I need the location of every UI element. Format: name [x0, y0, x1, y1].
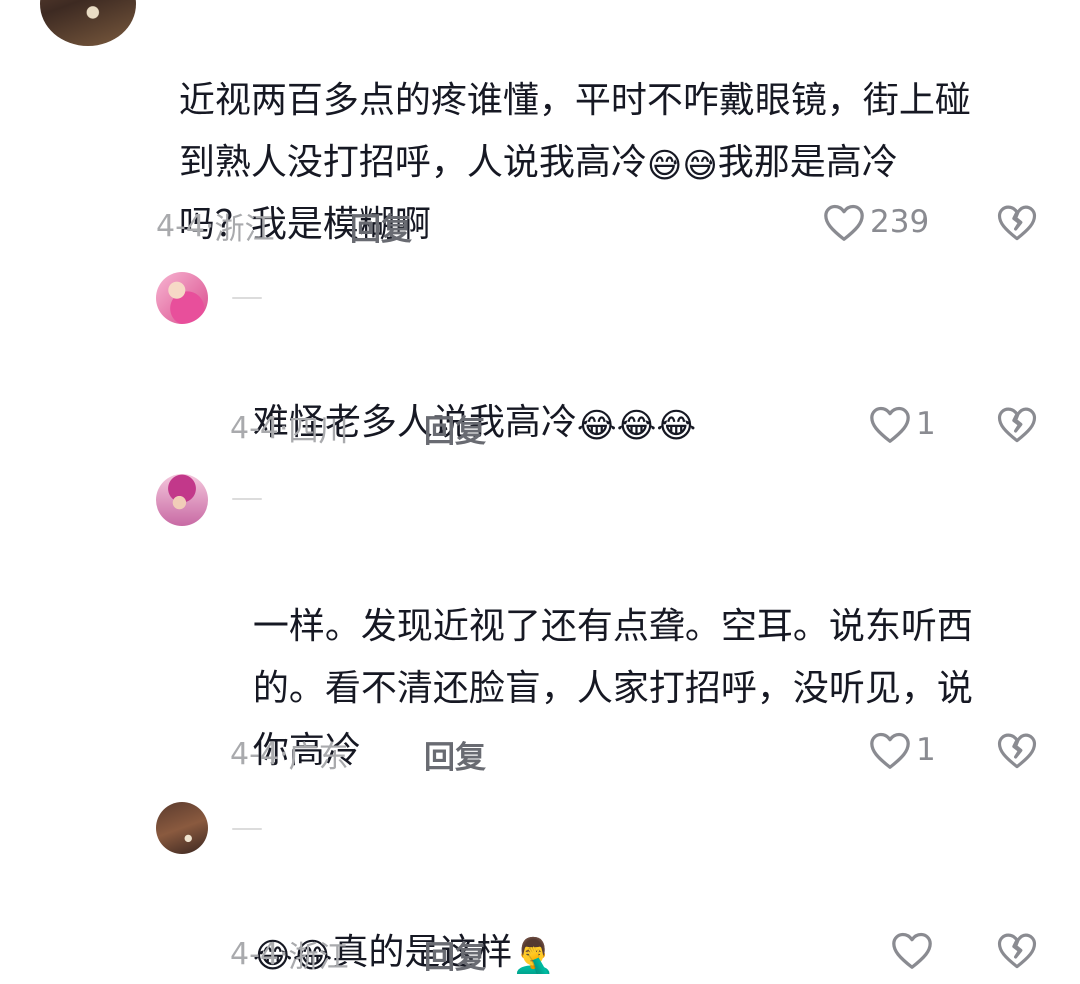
comment-meta: 4-4· 四川 — [230, 406, 349, 450]
comment-location: 四川 — [288, 414, 349, 449]
username-placeholder — [232, 297, 262, 299]
like-count: 239 — [870, 204, 930, 240]
username-placeholder — [232, 498, 262, 500]
like-count: 1 — [916, 732, 936, 768]
comment-meta: 4-4· 浙江 — [156, 204, 275, 248]
facepalm-emoji: 🤦‍♂️ — [512, 936, 555, 976]
avatar[interactable] — [40, 0, 136, 46]
heart-outline-icon — [892, 932, 932, 969]
comment-date: 4-4· — [156, 208, 215, 244]
comment-location: 广东 — [288, 740, 349, 775]
like-button[interactable]: 1 — [868, 730, 936, 770]
heart-outline-icon — [870, 406, 910, 443]
like-button[interactable] — [890, 930, 938, 970]
reply-button[interactable]: 回复 — [350, 204, 412, 249]
comment-meta: 4-4· 广东 — [230, 732, 349, 776]
tears-of-joy-emoji: 😂😂😂 — [576, 406, 697, 446]
heart-outline-icon — [870, 732, 910, 769]
comment-location: 浙江 — [288, 940, 349, 975]
like-button[interactable]: 239 — [822, 202, 929, 242]
dislike-button[interactable] — [996, 202, 1038, 246]
comment-date: 4-4· — [230, 410, 289, 446]
like-button[interactable]: 1 — [868, 404, 936, 444]
comment-location: 浙江 — [214, 212, 275, 247]
avatar[interactable] — [156, 474, 208, 526]
reply-button[interactable]: 回复 — [424, 932, 486, 977]
broken-heart-icon — [997, 407, 1037, 443]
heart-outline-icon — [824, 204, 864, 241]
broken-heart-icon — [997, 205, 1037, 241]
broken-heart-icon — [997, 933, 1037, 969]
broken-heart-icon — [997, 733, 1037, 769]
reply-button[interactable]: 回复 — [424, 732, 486, 777]
dislike-button[interactable] — [996, 404, 1038, 448]
dislike-button[interactable] — [996, 730, 1038, 774]
avatar[interactable] — [156, 272, 208, 324]
comment-meta: 4-4· 浙江 — [230, 932, 349, 976]
comment-date: 4-4· — [230, 736, 289, 772]
like-count: 1 — [916, 406, 936, 442]
avatar[interactable] — [156, 802, 208, 854]
username-placeholder — [232, 828, 262, 830]
comment-date: 4-4· — [230, 936, 289, 972]
dislike-button[interactable] — [996, 930, 1038, 974]
reply-button[interactable]: 回复 — [424, 406, 486, 451]
sweat-smile-emoji: 😅😅 — [646, 146, 718, 186]
